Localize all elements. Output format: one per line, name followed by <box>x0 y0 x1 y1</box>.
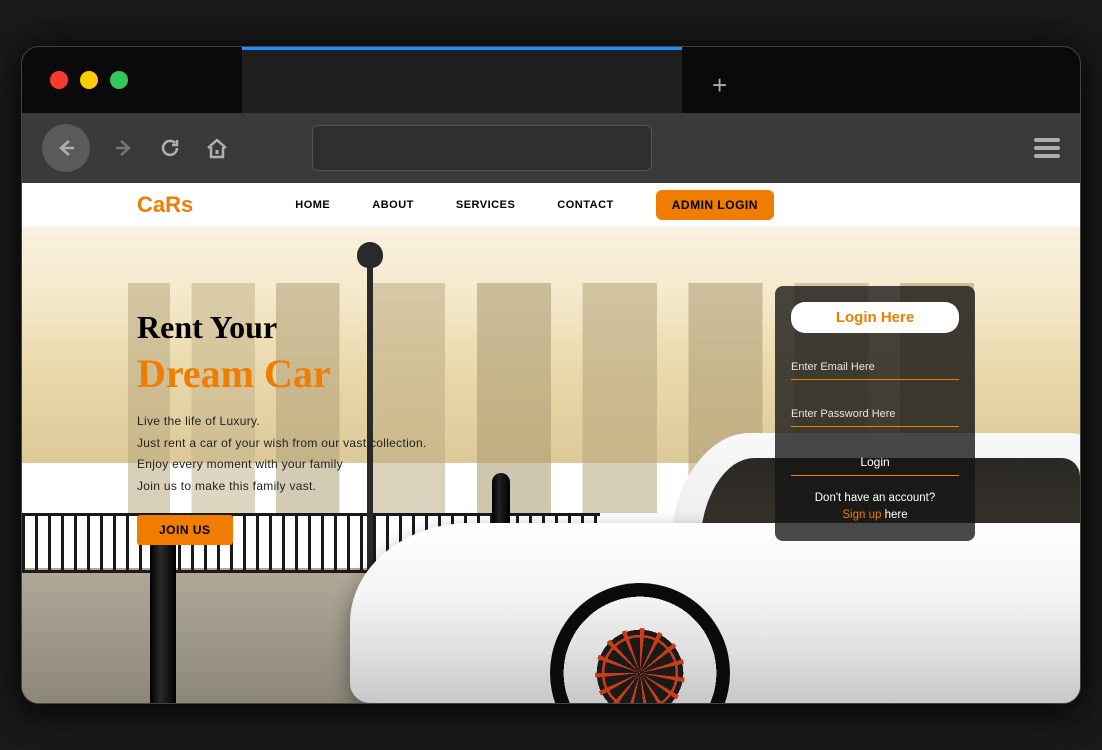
bollard-graphic <box>150 523 176 703</box>
back-button[interactable] <box>42 124 90 172</box>
brand-logo[interactable]: CaRs <box>137 192 193 218</box>
hero-title-line2: Dream Car <box>137 350 427 397</box>
navbar: CaRs HOME ABOUT SERVICES CONTACT ADMIN L… <box>22 183 1080 227</box>
admin-login-button[interactable]: ADMIN LOGIN <box>656 190 774 220</box>
signup-text: Don't have an account? <box>815 492 935 504</box>
browser-toolbar <box>22 113 1080 183</box>
login-card: Login Here Login Don't have an account? … <box>775 286 975 541</box>
maximize-window-icon[interactable] <box>110 71 128 89</box>
join-us-button[interactable]: JOIN US <box>137 515 233 545</box>
nav-contact[interactable]: CONTACT <box>557 199 613 211</box>
hero-copy-line2: Just rent a car of your wish from our va… <box>137 433 427 455</box>
window-controls <box>22 71 128 89</box>
arrow-left-icon <box>54 136 78 160</box>
signup-link[interactable]: Sign up <box>842 509 881 521</box>
browser-frame: + CaRs HOME ABOUT SERVIC <box>21 46 1081 704</box>
email-input[interactable] <box>791 355 959 380</box>
minimize-window-icon[interactable] <box>80 71 98 89</box>
hero-section: Rent Your Dream Car Live the life of Lux… <box>137 309 427 545</box>
hero-copy-line3: Enjoy every moment with your family <box>137 454 427 476</box>
hero-copy-line4: Join us to make this family vast. <box>137 476 427 498</box>
page-viewport: CaRs HOME ABOUT SERVICES CONTACT ADMIN L… <box>22 183 1080 703</box>
nav-home[interactable]: HOME <box>295 199 330 211</box>
hero-title-line1: Rent Your <box>137 309 427 346</box>
titlebar: + <box>22 47 1080 113</box>
login-button[interactable]: Login <box>791 449 959 476</box>
home-button[interactable] <box>204 135 230 161</box>
hero-copy-line1: Live the life of Luxury. <box>137 411 427 433</box>
active-tab[interactable] <box>242 47 682 113</box>
url-bar[interactable] <box>312 125 652 171</box>
close-window-icon[interactable] <box>50 71 68 89</box>
nav-about[interactable]: ABOUT <box>372 199 414 211</box>
new-tab-button[interactable]: + <box>712 70 727 101</box>
nav-services[interactable]: SERVICES <box>456 199 515 211</box>
signup-suffix: here <box>881 509 907 521</box>
password-input[interactable] <box>791 402 959 427</box>
forward-button[interactable] <box>112 136 136 160</box>
signup-prompt: Don't have an account? Sign up here <box>791 490 959 525</box>
login-header: Login Here <box>791 302 959 333</box>
reload-button[interactable] <box>158 136 182 160</box>
menu-button[interactable] <box>1034 134 1060 162</box>
